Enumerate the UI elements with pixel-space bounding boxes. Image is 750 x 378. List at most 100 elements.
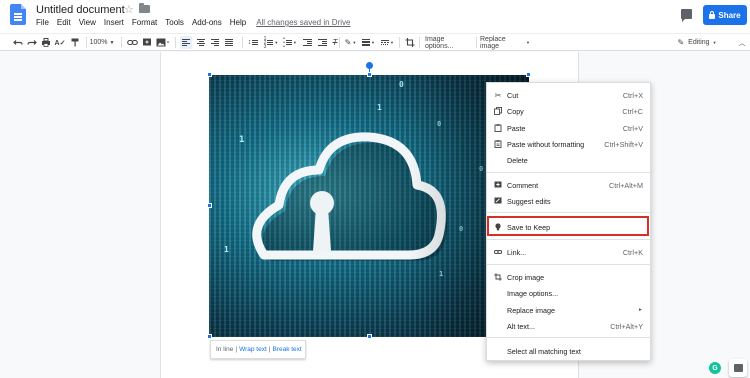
undo-icon[interactable] [13,36,23,49]
increase-indent-icon[interactable] [316,36,328,49]
align-center-icon[interactable] [195,36,207,49]
folder-icon[interactable] [139,3,150,13]
menu-help[interactable]: Help [230,18,246,27]
menu-item-shortcut: Ctrl+Alt+Y [610,321,643,331]
menu-item-shortcut: Ctrl+Alt+M [609,180,643,190]
star-icon[interactable]: ☆ [124,3,134,16]
numbered-list-icon[interactable]: 1 2 3 ▼ [263,36,279,49]
crop-icon[interactable] [405,36,415,49]
menu-edit[interactable]: Edit [57,18,71,27]
menu-addons[interactable]: Add-ons [192,18,222,27]
border-weight-icon[interactable]: ▼ [361,36,376,49]
scissors-icon: ✂ [494,90,502,100]
menu-item-shortcut: Ctrl+V [622,123,643,133]
decrease-indent-icon[interactable] [301,36,313,49]
copy-icon [494,107,502,115]
wrap-separator: | [235,346,238,353]
menu-item-label: Select all matching text [507,346,581,356]
menu-format[interactable]: Format [132,18,157,27]
menu-item-copy[interactable]: Copy Ctrl+C [487,104,652,118]
toolbar: A✓ 100% ▼ ↕ 1 2 3 ▼ • • • ▼ T ✎ ▼ ▼ ▼ Image opti… [0,33,750,51]
spellcheck-icon[interactable]: A✓ [55,36,66,49]
image-options-button[interactable]: Image options... [425,36,473,50]
zoom-value: 100% [89,39,108,46]
menu-item-alt-text[interactable]: Alt text... Ctrl+Alt+Y [487,319,652,333]
menu-tools[interactable]: Tools [165,18,184,27]
menu-item-link[interactable]: Link... Ctrl+K [487,245,652,259]
border-color-icon[interactable]: ✎ ▼ [343,36,358,49]
lock-icon [709,10,716,19]
wrap-text-option[interactable]: Wrap text [239,346,267,353]
align-left-icon[interactable] [180,36,192,49]
wrap-separator: | [268,346,271,353]
menu-item-label: Paste [507,123,526,133]
insert-image-icon[interactable] [156,36,170,49]
share-label: Share [718,10,741,20]
crop-icon [494,273,502,281]
menu-item-shortcut: Ctrl+X [622,90,643,100]
menu-divider [487,212,652,213]
menu-item-label: Replace image [507,305,555,315]
menu-file[interactable]: File [36,18,49,27]
resize-handle-s[interactable] [367,334,372,339]
resize-handle-sw[interactable] [207,334,212,339]
resize-handle-n[interactable] [367,72,372,77]
cloud-lock-icon [252,132,448,261]
menu-item-label: Paste without formatting [507,139,585,149]
document-title[interactable]: Untitled document [36,4,125,16]
docs-logo-icon[interactable] [10,4,26,25]
resize-handle-nw[interactable] [207,72,212,77]
paste-icon [494,124,502,132]
binary-digit: 0 [459,225,464,233]
comment-history-icon[interactable] [681,9,692,22]
zoom-select[interactable]: 100% ▼ [89,36,115,49]
menu-item-crop-image[interactable]: Crop image [487,270,652,284]
menu-divider [487,239,652,240]
inline-option[interactable]: In line [216,346,233,353]
menu-item-comment[interactable]: Comment Ctrl+Alt+M [487,178,652,192]
menu-item-label: Comment [507,180,539,190]
add-comment-icon[interactable] [142,36,152,49]
menu-item-image-options[interactable]: Image options... [487,286,652,300]
menu-item-label: Image options... [507,288,559,298]
menu-item-cut[interactable]: ✂ Cut Ctrl+X [487,88,652,102]
explore-button[interactable] [729,359,747,377]
print-icon[interactable] [41,36,51,49]
mode-label: Editing [688,39,710,46]
menu-item-shortcut: Ctrl+Shift+V [604,139,643,149]
menu-item-replace-image[interactable]: Replace image ► [487,303,652,317]
share-button[interactable]: Share [703,5,747,25]
align-right-icon[interactable] [209,36,221,49]
collapse-menu-icon[interactable]: ︿ [737,36,747,49]
app-header: Untitled document ☆ File Edit View Inser… [0,0,750,33]
menu-item-select-all-matching[interactable]: Select all matching text [487,344,652,358]
menu-divider [487,337,652,338]
menu-item-suggest-edits[interactable]: Suggest edits [487,194,652,208]
menu-item-paste-without-formatting[interactable]: Paste without formatting Ctrl+Shift+V [487,137,652,151]
menu-item-paste[interactable]: Paste Ctrl+V [487,121,652,135]
explore-icon [733,364,743,372]
replace-image-button[interactable]: Replace image ▼ [480,36,530,50]
binary-digit: 0 [437,120,442,128]
line-spacing-icon[interactable]: ↕ [246,36,260,49]
selected-image[interactable]: 0 1 0 1 0 1 1 0 [209,75,529,337]
paint-format-icon[interactable] [70,36,80,49]
align-justify-icon[interactable] [223,36,235,49]
menu-divider [487,172,652,173]
suggest-icon [494,197,502,204]
editing-mode-select[interactable]: ✎ Editing ▼ [672,36,722,49]
link-icon[interactable] [127,36,138,49]
resize-handle-ne[interactable] [526,72,531,77]
resize-handle-w[interactable] [207,203,212,208]
bulleted-list-icon[interactable]: • • • ▼ [282,36,298,49]
menu-item-label: Cut [507,90,519,100]
save-status-link[interactable]: All changes saved in Drive [256,18,350,27]
border-dash-icon[interactable]: ▼ [380,36,395,49]
menu-view[interactable]: View [79,18,96,27]
rotate-handle[interactable] [366,62,373,69]
menu-item-delete[interactable]: Delete [487,153,652,167]
grammarly-icon[interactable]: G [709,362,721,374]
break-text-option[interactable]: Break text [272,346,301,353]
menu-insert[interactable]: Insert [104,18,124,27]
redo-icon[interactable] [27,36,37,49]
